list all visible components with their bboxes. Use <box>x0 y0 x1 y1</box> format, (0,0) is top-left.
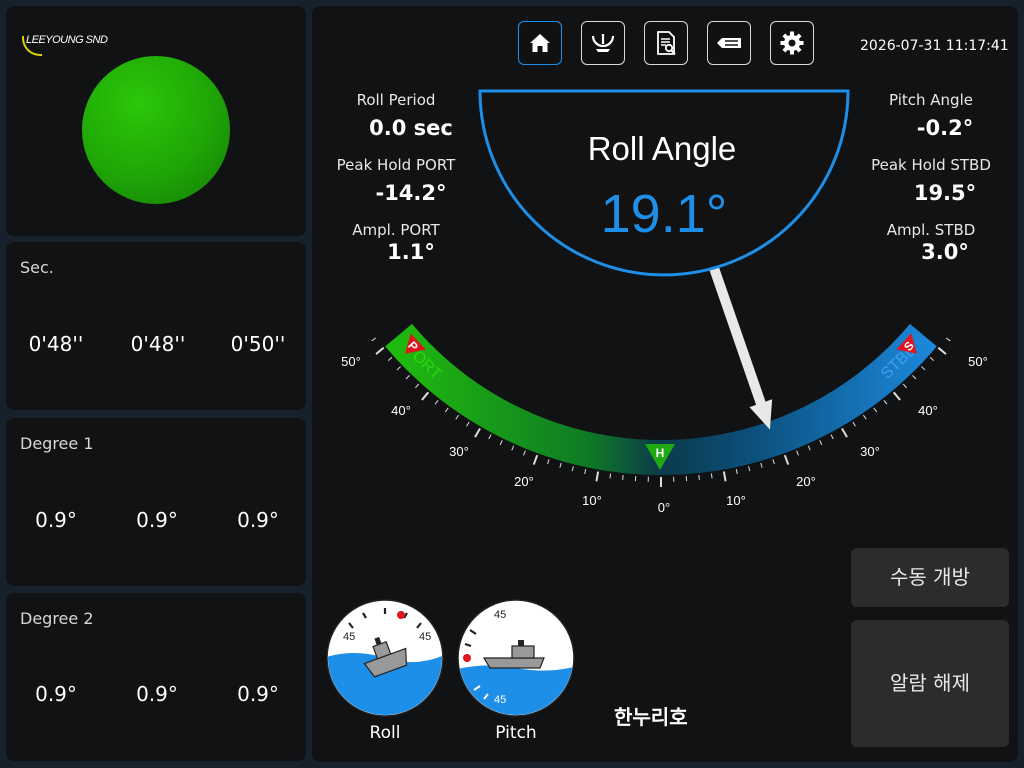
degree1-value-2: 0.9° <box>136 508 178 532</box>
mini-roll-label: Roll <box>369 723 401 743</box>
ampl-stbd-value: 3.0° <box>921 240 969 264</box>
degree2-value-2: 0.9° <box>136 682 178 706</box>
roll-gauge-icon <box>591 34 615 52</box>
degree1-value-3: 0.9° <box>237 508 279 532</box>
ship-icon <box>717 38 741 48</box>
pitch-angle-value: -0.2° <box>916 116 974 140</box>
sec-value-3: 0'50'' <box>230 332 286 356</box>
peak-stbd-value: 19.5° <box>913 181 977 205</box>
degree2-card-title: Degree 2 <box>20 609 94 628</box>
degree2-value-3: 0.9° <box>237 682 279 706</box>
ampl-port-value: 1.1° <box>387 240 435 264</box>
status-panel: LEEYOUNG SND <box>6 6 306 236</box>
brand-logo: LEEYOUNG SND <box>26 34 108 46</box>
report-search-icon <box>657 31 676 55</box>
ship-name: 한누리호 <box>614 705 688 729</box>
sec-card: Sec. 0'48'' 0'48'' 0'50'' <box>6 242 306 410</box>
home-button[interactable] <box>518 21 562 65</box>
peak-stbd-label: Peak Hold STBD <box>871 156 991 174</box>
status-lamp <box>82 56 230 204</box>
degree1-card: Degree 1 0.9° 0.9° 0.9° <box>6 418 306 586</box>
mini-pitch-gauge: 45 45 <box>457 599 575 717</box>
settings-button[interactable] <box>770 21 814 65</box>
roll-period-value: 0.0 sec <box>369 116 453 140</box>
roll-period-label: Roll Period <box>356 91 436 109</box>
sec-value-1: 0'48'' <box>28 332 84 356</box>
peak-port-value: -14.2° <box>375 181 447 205</box>
degree2-card: Degree 2 0.9° 0.9° 0.9° <box>6 593 306 761</box>
roll-gauge-button[interactable] <box>581 21 625 65</box>
home-icon <box>530 34 550 52</box>
degree1-value-1: 0.9° <box>35 508 77 532</box>
mini-pitch-label: Pitch <box>495 723 537 743</box>
gear-icon <box>780 31 804 55</box>
degree2-value-1: 0.9° <box>35 682 77 706</box>
sec-card-title: Sec. <box>20 258 54 277</box>
manual-open-button[interactable]: 수동 개방 <box>851 548 1009 607</box>
ship-button[interactable] <box>707 21 751 65</box>
peak-port-label: Peak Hold PORT <box>336 156 456 174</box>
ampl-port-label: Ampl. PORT <box>352 221 440 239</box>
degree1-card-title: Degree 1 <box>20 434 94 453</box>
sec-value-2: 0'48'' <box>130 332 186 356</box>
mini-roll-scale-left: 45 <box>343 631 355 643</box>
alarm-clear-button[interactable]: 알람 해제 <box>851 620 1009 747</box>
mini-pitch-scale-top: 45 <box>494 609 506 621</box>
mini-pitch-scale-bottom: 45 <box>494 694 506 706</box>
report-button[interactable] <box>644 21 688 65</box>
ampl-stbd-label: Ampl. STBD <box>886 221 976 239</box>
mini-roll-gauge: 45 45 <box>326 599 444 717</box>
mini-roll-scale-right: 45 <box>419 631 431 643</box>
pitch-angle-label: Pitch Angle <box>889 91 973 109</box>
datetime: 2026-07-31 11:17:41 <box>860 38 1009 54</box>
